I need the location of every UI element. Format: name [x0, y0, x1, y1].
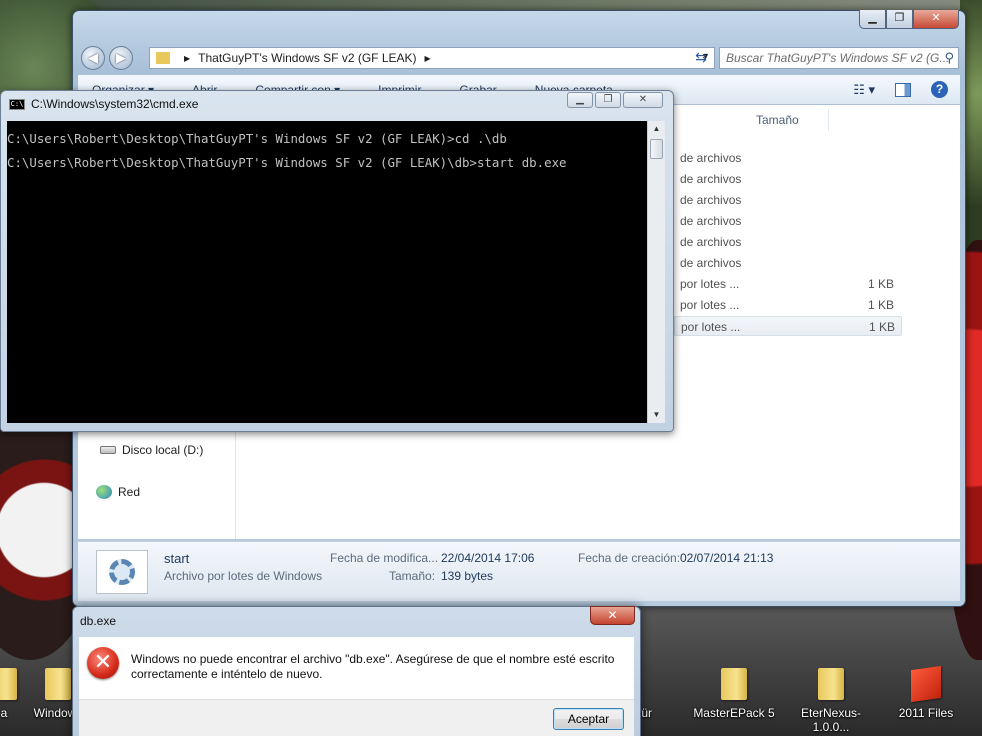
dialog-title: db.exe	[80, 614, 117, 628]
close-button[interactable]: ✕	[623, 92, 663, 108]
column-divider[interactable]	[828, 109, 829, 131]
desktop-icon-label: MasterEPack 5	[693, 706, 775, 720]
file-type: de archivos	[680, 151, 742, 165]
minimize-button[interactable]: ▁	[567, 92, 593, 108]
network-icon	[96, 485, 112, 499]
console-line: C:\Users\Robert\Desktop\ThatGuyPT's Wind…	[7, 155, 567, 170]
address-row: ◀ ▶ ▶ ThatGuyPT's Windows SF v2 (GF LEAK…	[79, 46, 959, 70]
file-type: de archivos	[680, 235, 742, 249]
vertical-scrollbar[interactable]: ▲ ▼	[647, 121, 665, 423]
file-row-selected[interactable]: por lotes ... 1 KB	[674, 316, 902, 336]
nav-item-disk-d[interactable]: Disco local (D:)	[100, 443, 203, 457]
details-modified-label: Fecha de modifica...	[330, 551, 439, 565]
folder-icon	[45, 668, 71, 700]
details-file-name: start	[164, 551, 190, 566]
file-row[interactable]: de archivos	[674, 148, 826, 168]
address-path: ThatGuyPT's Windows SF v2 (GF LEAK)	[198, 51, 417, 65]
file-type: por lotes ...	[680, 298, 740, 312]
window-controls: ▁ ❐ ✕	[567, 92, 663, 108]
file-size: 1 KB	[868, 320, 895, 334]
nav-item-network[interactable]: Red	[96, 485, 140, 499]
file-row[interactable]: de archivos	[674, 211, 826, 231]
drive-icon	[100, 446, 116, 454]
preview-pane-icon[interactable]	[895, 82, 911, 97]
desktop-icon-eternexus[interactable]: EterNexus-1.0.0...	[783, 668, 879, 734]
file-row[interactable]: por lotes ... 1 KB	[674, 274, 894, 294]
details-modified-value: 22/04/2014 17:06	[441, 551, 535, 565]
folder-icon	[721, 668, 747, 700]
nav-item-label: Red	[118, 485, 141, 499]
file-thumbnail	[96, 550, 148, 594]
views-icon[interactable]: ☷ ▾	[853, 82, 875, 98]
chevron-right-icon: ▶	[184, 53, 191, 63]
file-type: por lotes ...	[680, 277, 740, 291]
file-row[interactable]: de archivos	[674, 232, 826, 252]
maximize-button[interactable]: ❐	[595, 92, 621, 108]
error-icon: ✕	[87, 647, 119, 679]
details-size-value: 139 bytes	[441, 569, 494, 583]
details-created-label: Fecha de creación:	[578, 551, 681, 565]
search-placeholder: Buscar ThatGuyPT's Windows SF v2 (G...	[726, 51, 950, 65]
scroll-down-icon[interactable]: ▼	[648, 407, 665, 423]
folder-icon	[818, 668, 844, 700]
cmd-titlebar: C:\ C:\Windows\system32\cmd.exe	[9, 97, 198, 111]
window-controls: ▁ ❐ ✕	[859, 10, 959, 29]
search-icon: ⚲	[944, 50, 954, 65]
console-line: C:\Users\Robert\Desktop\ThatGuyPT's Wind…	[7, 131, 507, 146]
chevron-right-icon: ▶	[424, 53, 431, 63]
file-type: de archivos	[680, 172, 742, 186]
file-type: por lotes ...	[681, 320, 741, 334]
error-dialog[interactable]: db.exe ✕ ✕ Windows no puede encontrar el…	[72, 606, 641, 736]
ok-button[interactable]: Aceptar	[553, 708, 624, 730]
desktop-icon-label: a	[0, 706, 8, 720]
details-size-label: Tamaño:	[389, 569, 436, 583]
back-button[interactable]: ◀	[81, 46, 105, 70]
desktop-icon-label: EterNexus-1.0.0...	[800, 706, 862, 734]
cmd-title: C:\Windows\system32\cmd.exe	[31, 97, 199, 111]
details-created-value: 02/07/2014 21:13	[680, 551, 774, 565]
folder-icon	[156, 52, 170, 64]
minimize-button[interactable]: ▁	[859, 10, 886, 29]
scroll-thumb[interactable]	[650, 139, 663, 159]
file-type: de archivos	[680, 193, 742, 207]
file-row[interactable]: de archivos	[674, 190, 826, 210]
file-size: 1 KB	[867, 277, 894, 291]
file-type: de archivos	[680, 256, 742, 270]
desktop-icon-masterepack[interactable]: MasterEPack 5	[686, 668, 782, 720]
cmd-window[interactable]: C:\ C:\Windows\system32\cmd.exe ▁ ❐ ✕ C:…	[0, 90, 674, 432]
address-bar[interactable]: ▶ ThatGuyPT's Windows SF v2 (GF LEAK) ▶ …	[149, 47, 715, 69]
refresh-button[interactable]: ⇆	[689, 47, 713, 69]
file-row[interactable]: de archivos	[674, 253, 826, 273]
console-icon: C:\	[9, 98, 25, 110]
desktop-icon-label: 2011 Files	[898, 706, 954, 720]
gear-icon	[109, 559, 135, 585]
help-icon[interactable]: ?	[931, 81, 948, 98]
console-output[interactable]: C:\Users\Robert\Desktop\ThatGuyPT's Wind…	[7, 121, 647, 423]
close-button[interactable]: ✕	[913, 10, 959, 29]
file-row[interactable]: de archivos	[674, 169, 826, 189]
forward-button[interactable]: ▶	[109, 46, 133, 70]
dialog-footer: Aceptar	[79, 699, 634, 736]
error-message: Windows no puede encontrar el archivo "d…	[131, 652, 615, 681]
close-button[interactable]: ✕	[590, 606, 635, 625]
nav-item-label: Disco local (D:)	[122, 443, 204, 457]
dialog-body: ✕ Windows no puede encontrar el archivo …	[79, 637, 634, 699]
search-input[interactable]: Buscar ThatGuyPT's Windows SF v2 (G... ⚲	[719, 47, 959, 69]
details-file-type: Archivo por lotes de Windows	[164, 569, 323, 583]
file-type: de archivos	[680, 214, 742, 228]
desktop-icon-2011-files[interactable]: 2011 Files	[878, 665, 974, 720]
maximize-button[interactable]: ❐	[886, 10, 913, 29]
package-icon	[911, 665, 941, 703]
file-size: 1 KB	[867, 298, 894, 312]
column-header-size[interactable]: Tamaño	[756, 113, 799, 127]
scroll-up-icon[interactable]: ▲	[648, 121, 665, 137]
file-row[interactable]: por lotes ... 1 KB	[674, 295, 894, 315]
details-pane: start Archivo por lotes de Windows Fecha…	[78, 541, 960, 601]
